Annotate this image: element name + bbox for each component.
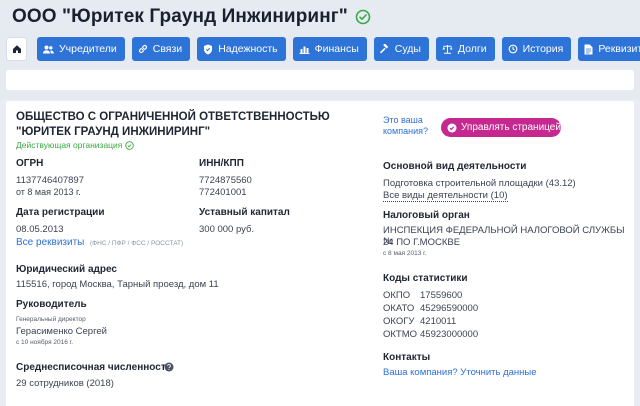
employees-label: Среднесписочная численность — [16, 362, 172, 373]
nav-button-requisites[interactable]: Реквизиты — [578, 37, 640, 61]
nav-button-courts[interactable]: Суды — [373, 37, 429, 61]
home-icon — [12, 45, 21, 53]
capital-value: 300 000 руб. — [199, 224, 255, 235]
owner-question-line1: Это ваша — [383, 115, 423, 125]
company-card: ОБЩЕСТВО С ОГРАНИЧЕННОЙ ОТВЕТСТВЕННОСТЬЮ… — [6, 101, 634, 406]
status-badge: Действующая организация — [16, 140, 135, 150]
nav-label: Реквизиты — [598, 43, 640, 55]
stats-label: Коды статистики — [383, 273, 468, 284]
nav-label: Суды — [394, 43, 421, 55]
home-button[interactable] — [6, 37, 27, 61]
nav-label: Надежность — [218, 43, 278, 55]
manage-page-button[interactable]: Управлять страницей — [441, 118, 561, 137]
ogrn-date: от 8 мая 2013 г. — [16, 187, 81, 197]
stats-value: 17559600 — [420, 290, 463, 301]
company-title-row: ООО "Юритек Граунд Инжиниринг" — [12, 6, 371, 28]
owner-question-line2: компания? — [383, 126, 428, 136]
page-title: ООО "Юритек Граунд Инжиниринг" — [12, 6, 348, 27]
stats-value: 45923000000 — [420, 329, 479, 340]
chart-icon — [299, 46, 310, 54]
inn-value: 7724875560 — [199, 175, 252, 186]
kpp-value: 772401001 — [199, 187, 247, 198]
funds-note: (ФНС / ПФР / ФСС / РОССТАТ) — [90, 240, 184, 247]
status-check-icon — [125, 140, 135, 150]
manage-page-label: Управлять страницей — [461, 122, 561, 133]
ogrn-label: ОГРН — [16, 158, 44, 169]
gavel-icon — [379, 44, 388, 54]
info-strip — [6, 70, 634, 90]
verified-check-icon — [355, 9, 371, 25]
activity-value: Подготовка строительной площадки — [383, 178, 543, 189]
nav-label: Долги — [457, 43, 487, 55]
stats-row: ОКОГУ 4210011 — [383, 316, 456, 327]
capital-label: Уставный капитал — [199, 207, 290, 218]
all-requisites-link[interactable]: Все реквизиты — [16, 237, 84, 248]
nav-button-reliability[interactable]: Надежность — [197, 37, 286, 61]
tax-value-line2: 24 ПО Г.МОСКВЕ — [383, 237, 461, 248]
nav-button-links[interactable]: Связи — [131, 37, 191, 61]
stats-row: ОКАТО 45296590000 — [383, 303, 478, 314]
nav-label: История — [522, 43, 564, 55]
stats-key: ОКТМО — [383, 329, 418, 340]
nav-button-debts[interactable]: Долги — [435, 37, 495, 61]
stats-value: 45296590000 — [420, 303, 479, 314]
activity-code: (43.12) — [545, 178, 576, 189]
section-nav: Учредители Связи Надежность Финансы Суды… — [6, 37, 640, 61]
stats-key: ОКАТО — [383, 303, 415, 314]
document-icon — [584, 44, 593, 54]
head-label: Руководитель — [16, 299, 87, 310]
owner-question[interactable]: Это ваша компания? — [383, 115, 428, 137]
employees-value: 29 сотрудников (2018) — [16, 378, 114, 389]
history-icon — [508, 44, 517, 54]
nav-label: Связи — [152, 43, 183, 55]
users-icon — [43, 45, 54, 53]
head-since: с 10 ноября 2016 г. — [16, 339, 74, 346]
registration-value: 08.05.2013 — [16, 224, 64, 235]
activity-line: Подготовка строительной площадки (43.12) — [383, 178, 576, 189]
registration-label: Дата регистрации — [16, 207, 105, 218]
stats-key: ОКОГУ — [383, 316, 415, 327]
tax-label: Налоговый орган — [383, 210, 470, 221]
shield-icon — [204, 44, 213, 54]
shield-check-icon — [447, 123, 457, 132]
nav-button-history[interactable]: История — [501, 37, 572, 61]
activity-label: Основной вид деятельности — [383, 161, 527, 172]
stats-row: ОКТМО 45923000000 — [383, 329, 478, 340]
address-label: Юридический адрес — [16, 264, 117, 275]
page-header: ООО "Юритек Граунд Инжиниринг" Учредител… — [0, 0, 640, 100]
head-name: Герасименко Сергей — [16, 326, 107, 337]
question-icon[interactable] — [164, 362, 174, 372]
address-value: 115516, город Москва, Тарный проезд, дом… — [16, 279, 219, 290]
ogrn-value: 1137746407897 — [16, 175, 84, 186]
status-text: Действующая организация — [16, 140, 123, 150]
scales-icon — [442, 45, 453, 54]
nav-label: Финансы — [314, 43, 359, 55]
all-activities-link[interactable]: Все виды деятельности (10) — [383, 190, 508, 202]
stats-key: ОКПО — [383, 290, 411, 301]
nav-label: Учредители — [59, 43, 117, 55]
contacts-label: Контакты — [383, 352, 431, 363]
company-full-name: ОБЩЕСТВО С ОГРАНИЧЕННОЙ ОТВЕТСТВЕННОСТЬЮ… — [16, 111, 330, 138]
stats-value: 4210011 — [420, 316, 457, 327]
nav-button-finance[interactable]: Финансы — [292, 37, 367, 61]
tax-since: с 8 мая 2013 г. — [383, 250, 427, 257]
nav-button-founders[interactable]: Учредители — [37, 37, 125, 61]
update-data-link[interactable]: Ваша компания? Уточнить данные — [383, 367, 537, 378]
inn-label: ИНН/КПП — [199, 158, 244, 169]
link-icon — [138, 44, 147, 54]
head-position: Генеральный директор — [16, 316, 86, 323]
stats-row: ОКПО 17559600 — [383, 290, 462, 301]
